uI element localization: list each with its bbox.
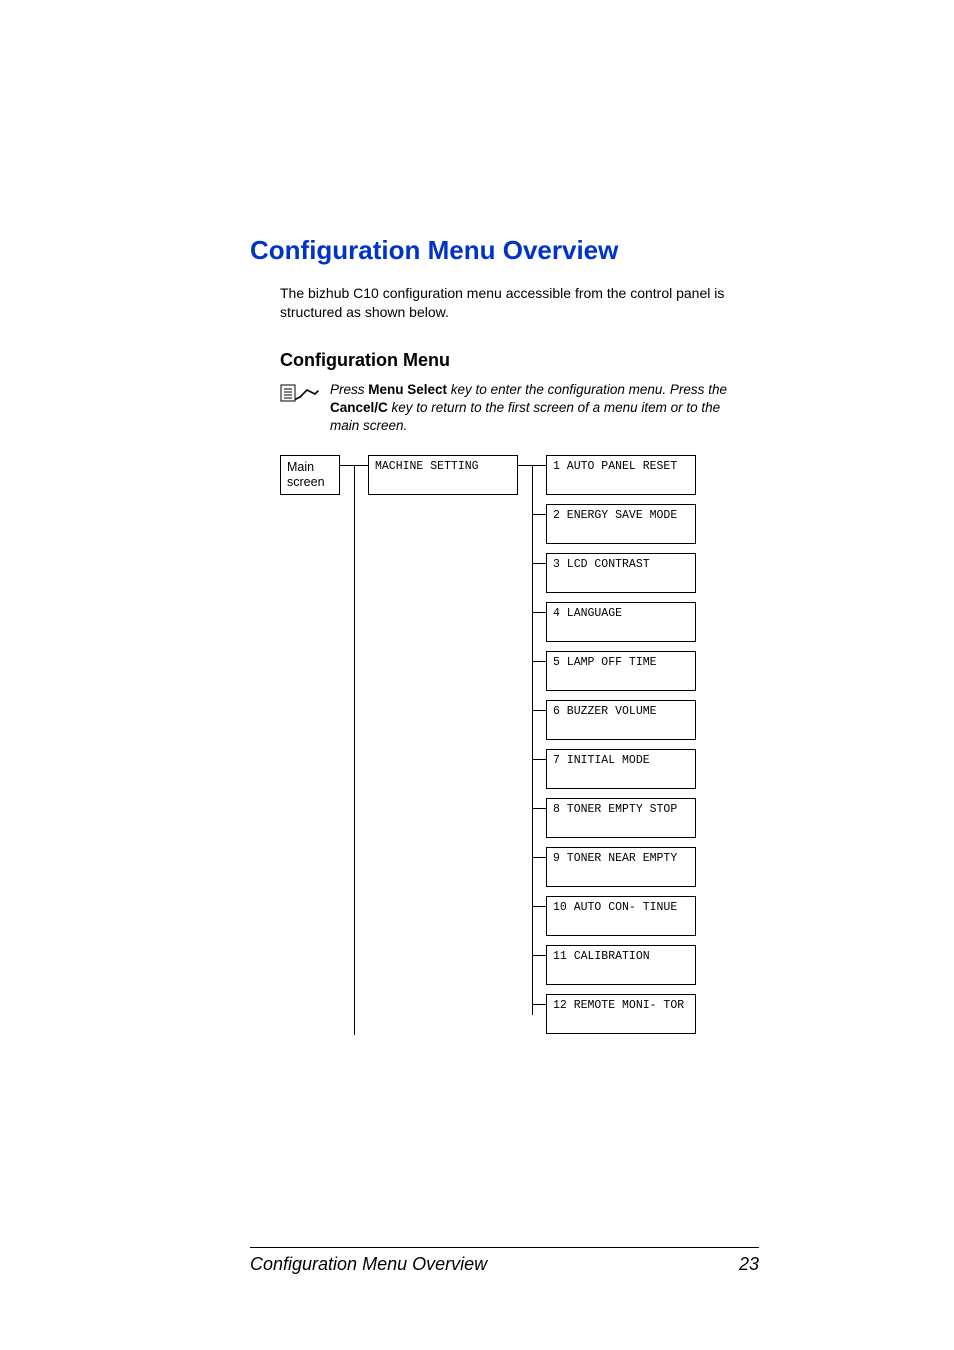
note-icon (280, 383, 320, 403)
footer-title: Configuration Menu Overview (250, 1254, 487, 1275)
note-part2: key to enter the configuration menu. Pre… (447, 382, 727, 397)
section-heading: Configuration Menu (280, 350, 759, 371)
box-item-8: 8 TONER EMPTY STOP (546, 798, 696, 838)
box-item-4: 4 LANGUAGE (546, 602, 696, 642)
note-bold1: Menu Select (368, 382, 447, 397)
box-main-screen: Main screen (280, 455, 340, 495)
box-item-11: 11 CALIBRATION (546, 945, 696, 985)
box-item-10: 10 AUTO CON- TINUE (546, 896, 696, 936)
connector-main-v (354, 465, 355, 1035)
note-part3: key to return to the first screen of a m… (330, 400, 720, 433)
branch-4 (532, 612, 546, 613)
connector-mid-v (532, 465, 533, 1015)
branch-6 (532, 710, 546, 711)
branch-2 (532, 514, 546, 515)
box-item-1: 1 AUTO PANEL RESET (546, 455, 696, 495)
box-machine-setting: MACHINE SETTING (368, 455, 518, 495)
branch-9 (532, 857, 546, 858)
menu-diagram: Main screen MACHINE SETTING 1 AUTO PANEL… (280, 453, 759, 1093)
box-item-12: 12 REMOTE MONI- TOR (546, 994, 696, 1034)
box-item-9: 9 TONER NEAR EMPTY (546, 847, 696, 887)
page: Configuration Menu Overview The bizhub C… (0, 0, 954, 1350)
intro-text: The bizhub C10 configuration menu access… (280, 284, 730, 322)
branch-7 (532, 759, 546, 760)
branch-10 (532, 906, 546, 907)
note-text: Press Menu Select key to enter the confi… (330, 381, 750, 436)
branch-11 (532, 955, 546, 956)
note-bold2: Cancel/C (330, 400, 388, 415)
box-item-2: 2 ENERGY SAVE MODE (546, 504, 696, 544)
note-row: Press Menu Select key to enter the confi… (280, 381, 759, 436)
page-footer: Configuration Menu Overview 23 (250, 1247, 759, 1275)
box-item-6: 6 BUZZER VOLUME (546, 700, 696, 740)
branch-5 (532, 661, 546, 662)
box-item-7: 7 INITIAL MODE (546, 749, 696, 789)
note-part1: Press (330, 382, 368, 397)
branch-3 (532, 563, 546, 564)
box-item-3: 3 LCD CONTRAST (546, 553, 696, 593)
page-number: 23 (739, 1254, 759, 1275)
branch-12 (532, 1004, 546, 1005)
box-item-5: 5 LAMP OFF TIME (546, 651, 696, 691)
page-title: Configuration Menu Overview (250, 235, 759, 266)
branch-8 (532, 808, 546, 809)
